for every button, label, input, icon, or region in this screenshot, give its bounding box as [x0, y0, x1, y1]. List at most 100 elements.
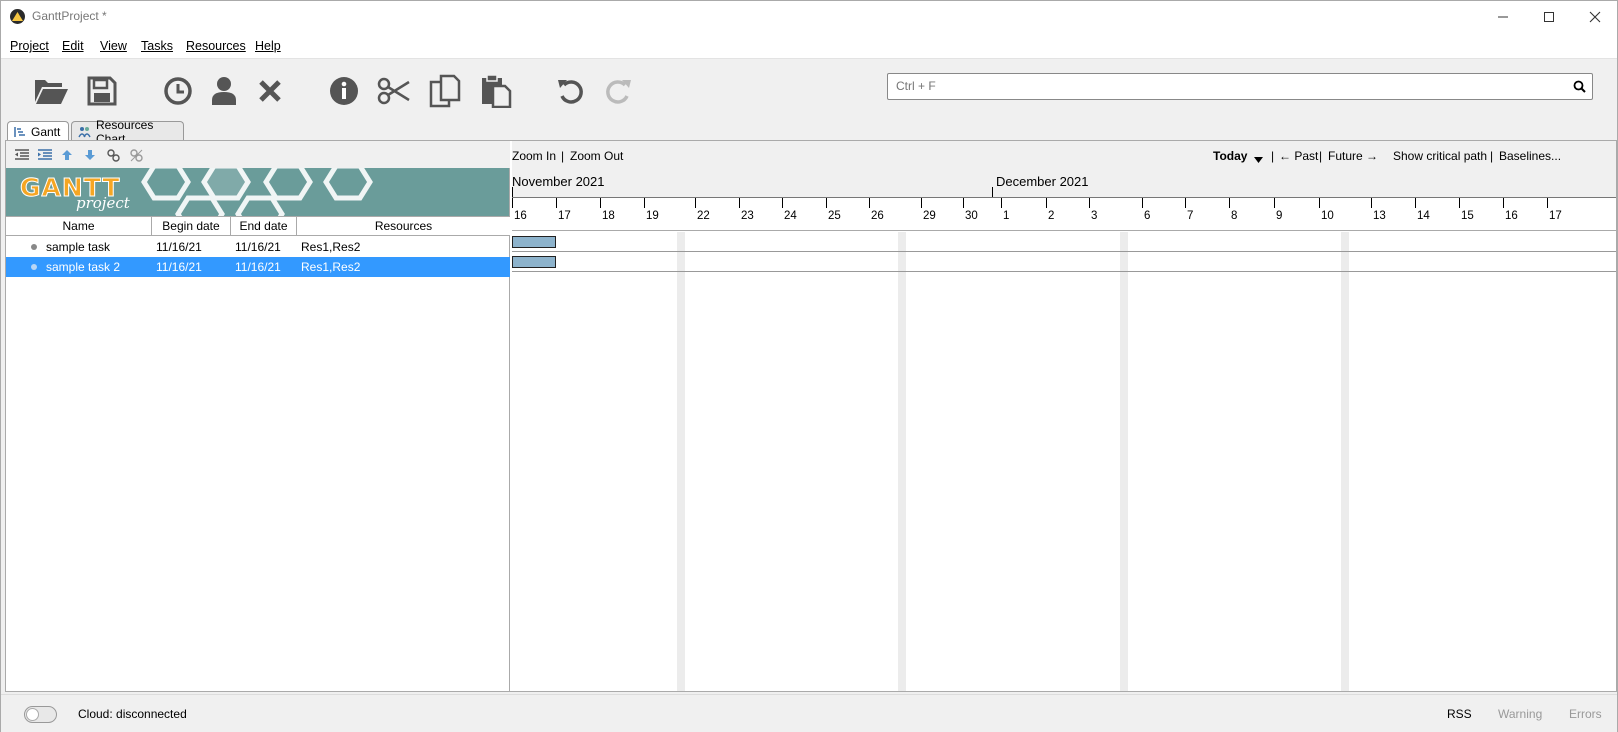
day-tick — [600, 198, 601, 208]
resources-tab-icon — [78, 126, 91, 138]
view-tabs: Gantt Resources Chart — [1, 118, 1617, 146]
day-label: 16 — [1505, 210, 1518, 222]
baselines-link[interactable]: Baselines... — [1499, 149, 1561, 163]
paste-icon[interactable] — [476, 71, 516, 111]
unindent-icon[interactable] — [13, 146, 31, 164]
day-tick — [1001, 198, 1002, 208]
day-tick — [512, 198, 513, 208]
day-tick — [1142, 198, 1143, 208]
maximize-button[interactable] — [1526, 1, 1572, 32]
task-end-date: 11/16/21 — [235, 240, 281, 254]
table-row[interactable]: sample task 11/16/21 11/16/21 Res1,Res2 — [6, 237, 510, 257]
minimize-button[interactable] — [1480, 1, 1526, 32]
task-bullet-icon — [31, 264, 37, 270]
day-tick — [782, 198, 783, 208]
task-resources: Res1,Res2 — [301, 240, 361, 254]
day-label: 15 — [1461, 210, 1474, 222]
day-tick — [1229, 198, 1230, 208]
column-header-name[interactable]: Name — [6, 217, 152, 236]
cloud-status: Cloud: disconnected — [78, 707, 187, 721]
redo-icon[interactable] — [598, 71, 638, 111]
save-icon[interactable] — [82, 71, 122, 111]
day-label: 17 — [1549, 210, 1562, 222]
gantt-tab-icon — [14, 126, 26, 138]
copy-icon[interactable] — [425, 71, 465, 111]
today-button[interactable]: Today — [1213, 149, 1247, 163]
zoom-out-link[interactable]: Zoom Out — [570, 149, 623, 163]
day-label: 14 — [1417, 210, 1430, 222]
table-row[interactable]: sample task 2 11/16/21 11/16/21 Res1,Res… — [6, 257, 510, 277]
menu-bar: Project Edit View Tasks Resources Help — [1, 32, 1617, 59]
future-link[interactable]: Future → — [1328, 149, 1378, 163]
move-up-icon[interactable] — [58, 146, 76, 164]
app-icon — [10, 9, 25, 24]
tab-resources-chart[interactable]: Resources Chart — [71, 118, 184, 146]
day-tick — [1046, 198, 1047, 208]
day-scale: 16 17 18 19 22 23 24 25 26 29 30 1 2 3 6 7 8 9 10 13 14 15 16 1… — [512, 197, 1616, 231]
toggle-knob — [26, 708, 39, 721]
row-gridline — [512, 271, 1616, 272]
day-label: 7 — [1187, 210, 1194, 222]
menu-view[interactable]: View — [100, 39, 127, 53]
day-label: 1 — [1003, 210, 1010, 222]
day-label: 30 — [965, 210, 978, 222]
title-bar: GanttProject * — [1, 1, 1617, 32]
column-header-begin-date[interactable]: Begin date — [152, 217, 231, 236]
warning-link[interactable]: Warning — [1498, 707, 1542, 721]
info-icon[interactable] — [324, 71, 364, 111]
day-label: 10 — [1321, 210, 1334, 222]
menu-project[interactable]: Project — [10, 39, 49, 53]
day-tick — [1319, 198, 1320, 208]
cloud-toggle[interactable] — [24, 706, 57, 723]
close-window-button[interactable] — [1572, 1, 1618, 32]
day-tick — [1503, 198, 1504, 208]
column-header-resources[interactable]: Resources — [297, 217, 510, 236]
user-icon[interactable] — [204, 71, 244, 111]
cut-icon[interactable] — [374, 71, 414, 111]
row-gridline — [512, 251, 1616, 252]
column-header-end-date[interactable]: End date — [231, 217, 297, 236]
task-bar[interactable] — [512, 236, 556, 248]
chart-toolbar: Zoom In | Zoom Out Today | ← Past | Futu… — [512, 141, 1616, 197]
past-link[interactable]: ← Past — [1279, 149, 1318, 163]
day-tick — [1371, 198, 1372, 208]
today-dropdown-icon[interactable] — [1254, 152, 1263, 166]
tab-gantt[interactable]: Gantt — [7, 121, 69, 142]
open-folder-icon[interactable] — [31, 71, 71, 111]
weekend-column — [677, 232, 685, 691]
critical-path-link[interactable]: Show critical path — [1393, 149, 1487, 163]
link-icon[interactable] — [104, 146, 122, 164]
day-tick — [963, 198, 964, 208]
day-label: 23 — [741, 210, 754, 222]
day-label: 3 — [1091, 210, 1098, 222]
zoom-in-link[interactable]: Zoom In — [512, 149, 556, 163]
menu-help[interactable]: Help — [255, 39, 281, 53]
search-icon[interactable] — [1573, 80, 1586, 96]
menu-resources[interactable]: Resources — [186, 39, 246, 53]
task-begin-date: 11/16/21 — [156, 240, 202, 254]
day-label: 19 — [646, 210, 659, 222]
search-input[interactable] — [896, 79, 1556, 93]
day-label: 24 — [784, 210, 797, 222]
day-label: 16 — [514, 210, 527, 222]
day-tick — [1274, 198, 1275, 208]
unlink-icon[interactable] — [127, 146, 145, 164]
move-down-icon[interactable] — [81, 146, 99, 164]
task-bullet-icon — [31, 244, 37, 250]
rss-link[interactable]: RSS — [1447, 707, 1472, 721]
separator: | — [561, 149, 565, 163]
search-box[interactable] — [887, 73, 1593, 100]
task-begin-date: 11/16/21 — [156, 260, 202, 274]
task-name: sample task — [46, 240, 111, 254]
weekend-column — [1341, 232, 1349, 691]
errors-link[interactable]: Errors — [1569, 707, 1602, 721]
menu-tasks[interactable]: Tasks — [141, 39, 173, 53]
task-bar[interactable] — [512, 256, 556, 268]
indent-icon[interactable] — [36, 146, 54, 164]
month-tick — [992, 187, 993, 197]
delete-icon[interactable] — [250, 71, 290, 111]
day-label: 18 — [602, 210, 615, 222]
menu-edit[interactable]: Edit — [62, 39, 84, 53]
clock-icon[interactable] — [158, 71, 198, 111]
undo-icon[interactable] — [551, 71, 591, 111]
